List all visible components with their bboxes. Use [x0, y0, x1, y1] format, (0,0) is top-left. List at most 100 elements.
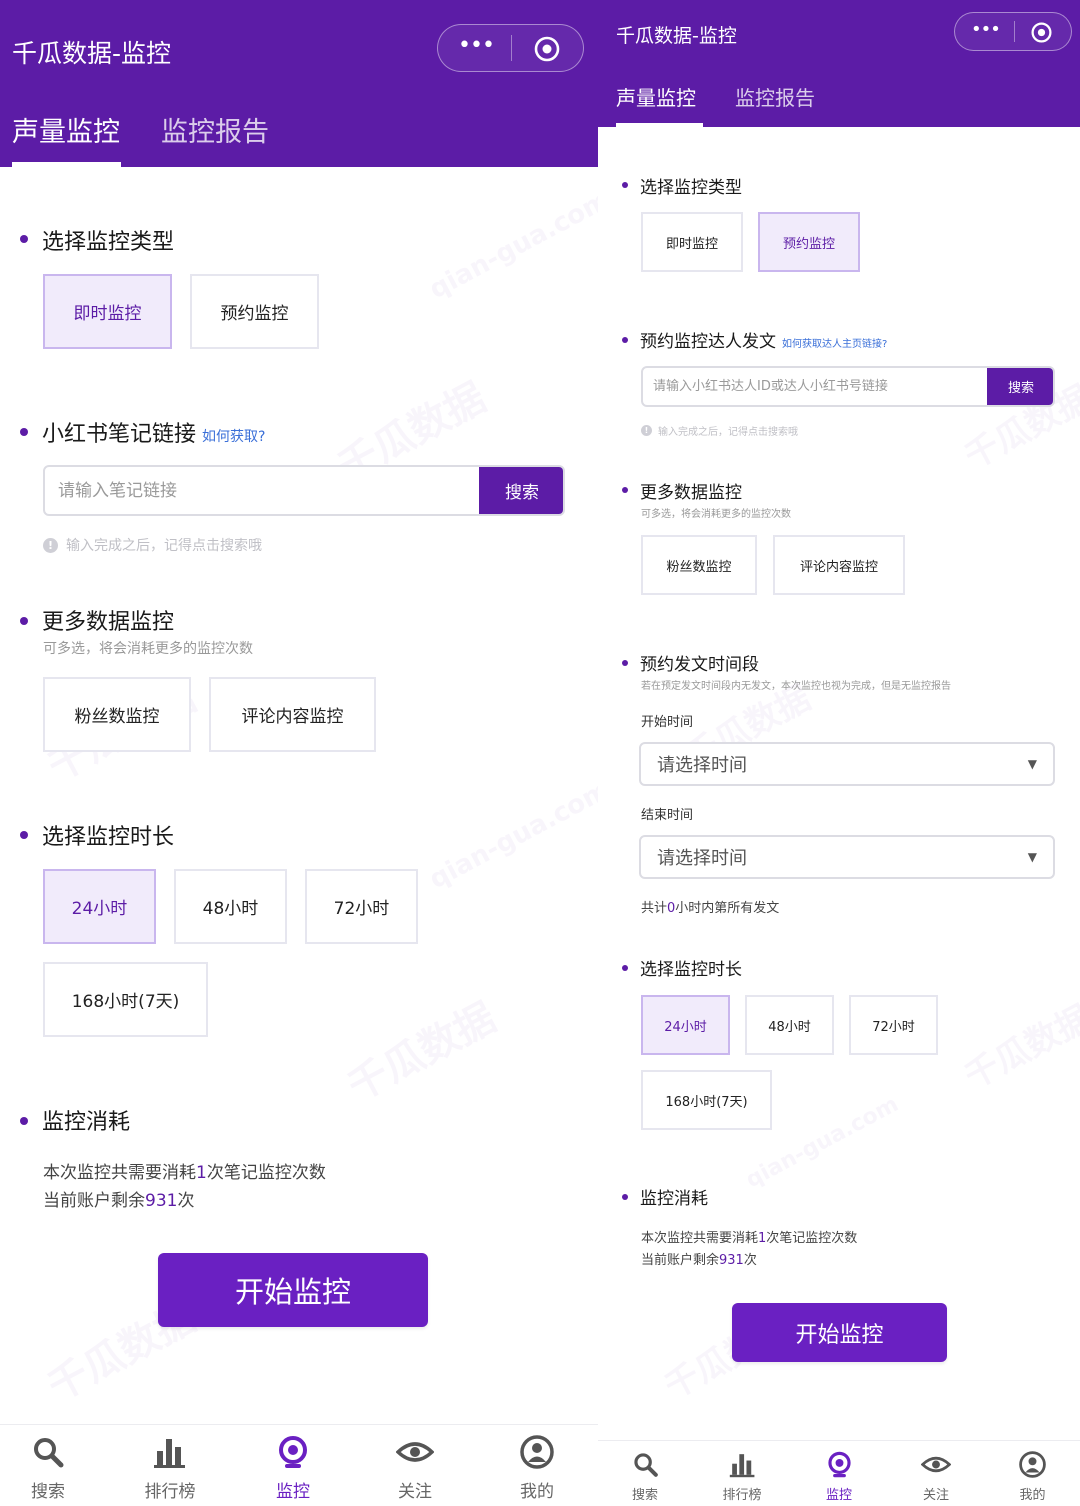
bullet-dot — [622, 182, 628, 188]
option-48h[interactable]: 48小时 — [745, 995, 834, 1055]
option-72h[interactable]: 72小时 — [849, 995, 938, 1055]
section-title-cost: 监控消耗 — [42, 1110, 131, 1135]
search-icon — [633, 1453, 658, 1477]
start-time-label: 开始时间 — [641, 715, 694, 730]
watermark: 千瓜数据 — [336, 986, 505, 1112]
bullet-dot — [622, 1194, 628, 1200]
search-icon — [34, 1438, 64, 1468]
tabbar-item-search[interactable]: 搜索 — [0, 1435, 96, 1502]
cost-line-2: 当前账户剩余931次 — [43, 1191, 195, 1211]
help-link[interactable]: 如何获取达人主页链接? — [782, 339, 887, 350]
tabbar-item-monitor[interactable]: 监控 — [791, 1451, 887, 1503]
option-168h[interactable]: 168小时(7天) — [43, 962, 208, 1037]
tab-volume-monitor[interactable]: 声量监控 — [12, 110, 120, 149]
note-link-input[interactable] — [45, 467, 481, 514]
tabbar-label: 我的 — [1019, 1488, 1046, 1503]
bullet-dot — [622, 487, 628, 493]
kol-link-input-group: 搜索 — [641, 366, 1055, 407]
tabbar-item-ranking[interactable]: 排行榜 — [694, 1451, 790, 1503]
bar-chart-icon — [154, 1439, 185, 1468]
tabbar-item-mine[interactable]: 我的 — [985, 1451, 1080, 1503]
cost-line-2: 当前账户剩余931次 — [641, 1253, 757, 1268]
tabbar-label: 关注 — [922, 1488, 949, 1503]
option-fans-monitor[interactable]: 粉丝数监控 — [43, 677, 191, 752]
cost-line-1: 本次监控共需要消耗1次笔记监控次数 — [43, 1163, 326, 1183]
cost-line-1: 本次监控共需要消耗1次笔记监控次数 — [641, 1231, 858, 1246]
kol-title: 预约监控达人发文 — [640, 332, 776, 352]
start-monitor-button[interactable]: 开始监控 — [158, 1253, 428, 1327]
section-title-cost: 监控消耗 — [640, 1189, 708, 1209]
option-24h[interactable]: 24小时 — [641, 995, 730, 1055]
tabbar-item-monitor[interactable]: 监控 — [243, 1435, 343, 1502]
info-icon: ! — [43, 537, 58, 553]
start-monitor-button[interactable]: 开始监控 — [732, 1303, 947, 1362]
schedule-summary: 共计0小时内第所有发文 — [641, 901, 780, 916]
tabbar-item-mine[interactable]: 我的 — [487, 1435, 587, 1502]
option-scheduled-monitor[interactable]: 预约监控 — [190, 274, 319, 349]
info-icon: ! — [641, 425, 652, 436]
end-time-select[interactable]: 请选择时间 ▼ — [639, 835, 1055, 879]
bar-chart-icon — [729, 1454, 754, 1478]
app-header: 千瓜数据-监控 ••• 声量监控 监控报告 — [598, 0, 1080, 127]
app-title: 千瓜数据-监控 — [12, 39, 172, 68]
option-48h[interactable]: 48小时 — [174, 869, 287, 944]
watermark: qian-gua.com — [425, 185, 598, 305]
option-168h[interactable]: 168小时(7天) — [641, 1070, 772, 1130]
tab-volume-monitor[interactable]: 声量监控 — [616, 82, 696, 111]
more-icon[interactable]: ••• — [971, 19, 1001, 40]
tabbar-item-follow[interactable]: 关注 — [888, 1451, 984, 1503]
option-scheduled-monitor[interactable]: 预约监控 — [758, 212, 860, 272]
tab-indicator — [616, 123, 703, 127]
input-hint: ! 输入完成之后，记得点击搜索哦 — [641, 423, 798, 438]
monitor-target-icon — [279, 1436, 307, 1468]
option-72h[interactable]: 72小时 — [305, 869, 418, 944]
option-comment-monitor[interactable]: 评论内容监控 — [773, 535, 905, 595]
bottom-tabbar: 搜索 排行榜 监控 关注 我的 — [0, 1424, 598, 1506]
option-24h[interactable]: 24小时 — [43, 869, 156, 944]
tabbar-label: 监控 — [276, 1482, 310, 1502]
close-target-icon[interactable] — [1031, 22, 1052, 43]
eye-icon — [921, 1456, 951, 1473]
app-title: 千瓜数据-监控 — [616, 25, 737, 47]
user-icon — [1019, 1451, 1046, 1478]
note-link-title: 小红书笔记链接 — [42, 422, 197, 447]
tabbar-item-ranking[interactable]: 排行榜 — [120, 1435, 220, 1502]
end-time-label: 结束时间 — [641, 808, 694, 823]
option-instant-monitor[interactable]: 即时监控 — [641, 212, 743, 272]
tabbar-label: 排行榜 — [144, 1482, 196, 1502]
section-title-duration: 选择监控时长 — [42, 825, 175, 850]
search-button[interactable]: 搜索 — [479, 467, 563, 514]
section-subtitle: 可多选，将会消耗更多的监控次数 — [641, 509, 791, 520]
bottom-tabbar: 搜索 排行榜 监控 关注 我的 — [598, 1440, 1080, 1506]
tabbar-item-search[interactable]: 搜索 — [598, 1451, 692, 1503]
note-link-input-group: 搜索 — [43, 465, 565, 516]
tab-monitor-report[interactable]: 监控报告 — [161, 110, 269, 149]
bullet-dot — [20, 428, 28, 436]
search-button[interactable]: 搜索 — [987, 368, 1053, 405]
start-time-select[interactable]: 请选择时间 ▼ — [639, 742, 1055, 786]
option-instant-monitor[interactable]: 即时监控 — [43, 274, 172, 349]
kol-link-input[interactable] — [643, 368, 989, 405]
close-target-icon[interactable] — [534, 36, 560, 62]
caret-down-icon: ▼ — [1027, 757, 1037, 771]
tabbar-item-follow[interactable]: 关注 — [365, 1435, 465, 1502]
section-title-monitor-type: 选择监控类型 — [42, 230, 175, 255]
left-phone-screen: 千瓜数据 千瓜数据 千瓜数据 千瓜数据 qian-gua.com qian-gu… — [0, 0, 598, 1506]
option-comment-monitor[interactable]: 评论内容监控 — [209, 677, 376, 752]
app-header: 千瓜数据-监控 ••• 声量监控 监控报告 — [0, 0, 598, 167]
option-fans-monitor[interactable]: 粉丝数监控 — [641, 535, 757, 595]
eye-icon — [396, 1442, 434, 1462]
bullet-dot — [20, 235, 28, 243]
section-title-note-link: 小红书笔记链接 如何获取? — [42, 416, 265, 448]
help-link[interactable]: 如何获取? — [202, 429, 265, 445]
caret-down-icon: ▼ — [1027, 850, 1037, 864]
section-subtitle: 可多选，将会消耗更多的监控次数 — [43, 641, 253, 657]
tabbar-label: 搜索 — [31, 1482, 65, 1502]
watermark: 千瓜数据 — [954, 991, 1080, 1098]
more-icon[interactable]: ••• — [458, 33, 495, 58]
tabbar-label: 关注 — [398, 1482, 432, 1502]
section-title-duration: 选择监控时长 — [640, 960, 742, 980]
mini-program-capsule: ••• — [437, 24, 584, 72]
tab-monitor-report[interactable]: 监控报告 — [735, 82, 815, 111]
bullet-dot — [20, 617, 28, 625]
